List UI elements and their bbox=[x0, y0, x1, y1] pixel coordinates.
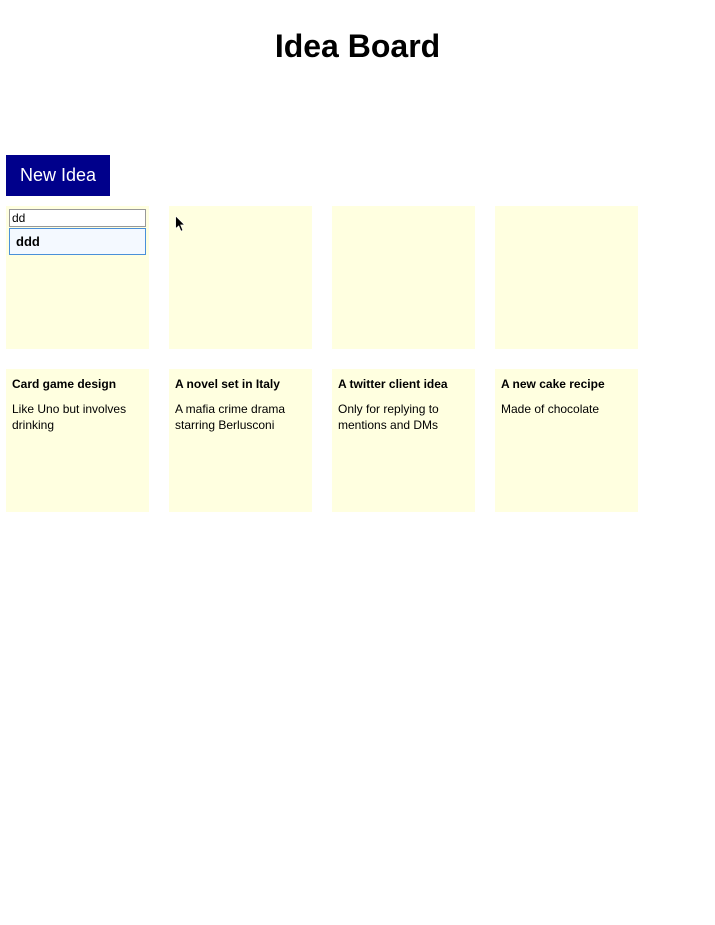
idea-card-title: Card game design bbox=[6, 369, 149, 397]
idea-card[interactable]: A twitter client idea Only for replying … bbox=[332, 369, 475, 512]
idea-card-title bbox=[332, 206, 475, 218]
idea-card[interactable] bbox=[332, 206, 475, 349]
idea-card-title bbox=[169, 206, 312, 218]
idea-card-desc bbox=[332, 218, 475, 228]
page-title: Idea Board bbox=[0, 28, 715, 65]
idea-card-desc: Made of chocolate bbox=[495, 397, 638, 423]
idea-title-input[interactable] bbox=[9, 209, 146, 227]
idea-card-desc: Only for replying to mentions and DMs bbox=[332, 397, 475, 439]
idea-card[interactable]: A novel set in Italy A mafia crime drama… bbox=[169, 369, 312, 512]
new-idea-button[interactable]: New Idea bbox=[6, 155, 110, 196]
idea-card-title: A novel set in Italy bbox=[169, 369, 312, 397]
idea-card[interactable]: Card game design Like Uno but involves d… bbox=[6, 369, 149, 512]
idea-card[interactable] bbox=[495, 206, 638, 349]
idea-card-desc: A mafia crime drama starring Berlusconi bbox=[169, 397, 312, 439]
idea-card-title bbox=[495, 206, 638, 218]
idea-card-desc bbox=[169, 218, 312, 228]
idea-card-desc: Like Uno but involves drinking bbox=[6, 397, 149, 439]
idea-card[interactable]: A new cake recipe Made of chocolate bbox=[495, 369, 638, 512]
idea-card-editing[interactable]: ddd bbox=[6, 206, 149, 349]
autocomplete-suggestion[interactable]: ddd bbox=[9, 228, 146, 255]
idea-card-title: A new cake recipe bbox=[495, 369, 638, 397]
idea-grid: ddd Card game design Like Uno but involv… bbox=[6, 206, 709, 512]
idea-card[interactable] bbox=[169, 206, 312, 349]
idea-card-desc bbox=[495, 218, 638, 228]
idea-card-title: A twitter client idea bbox=[332, 369, 475, 397]
